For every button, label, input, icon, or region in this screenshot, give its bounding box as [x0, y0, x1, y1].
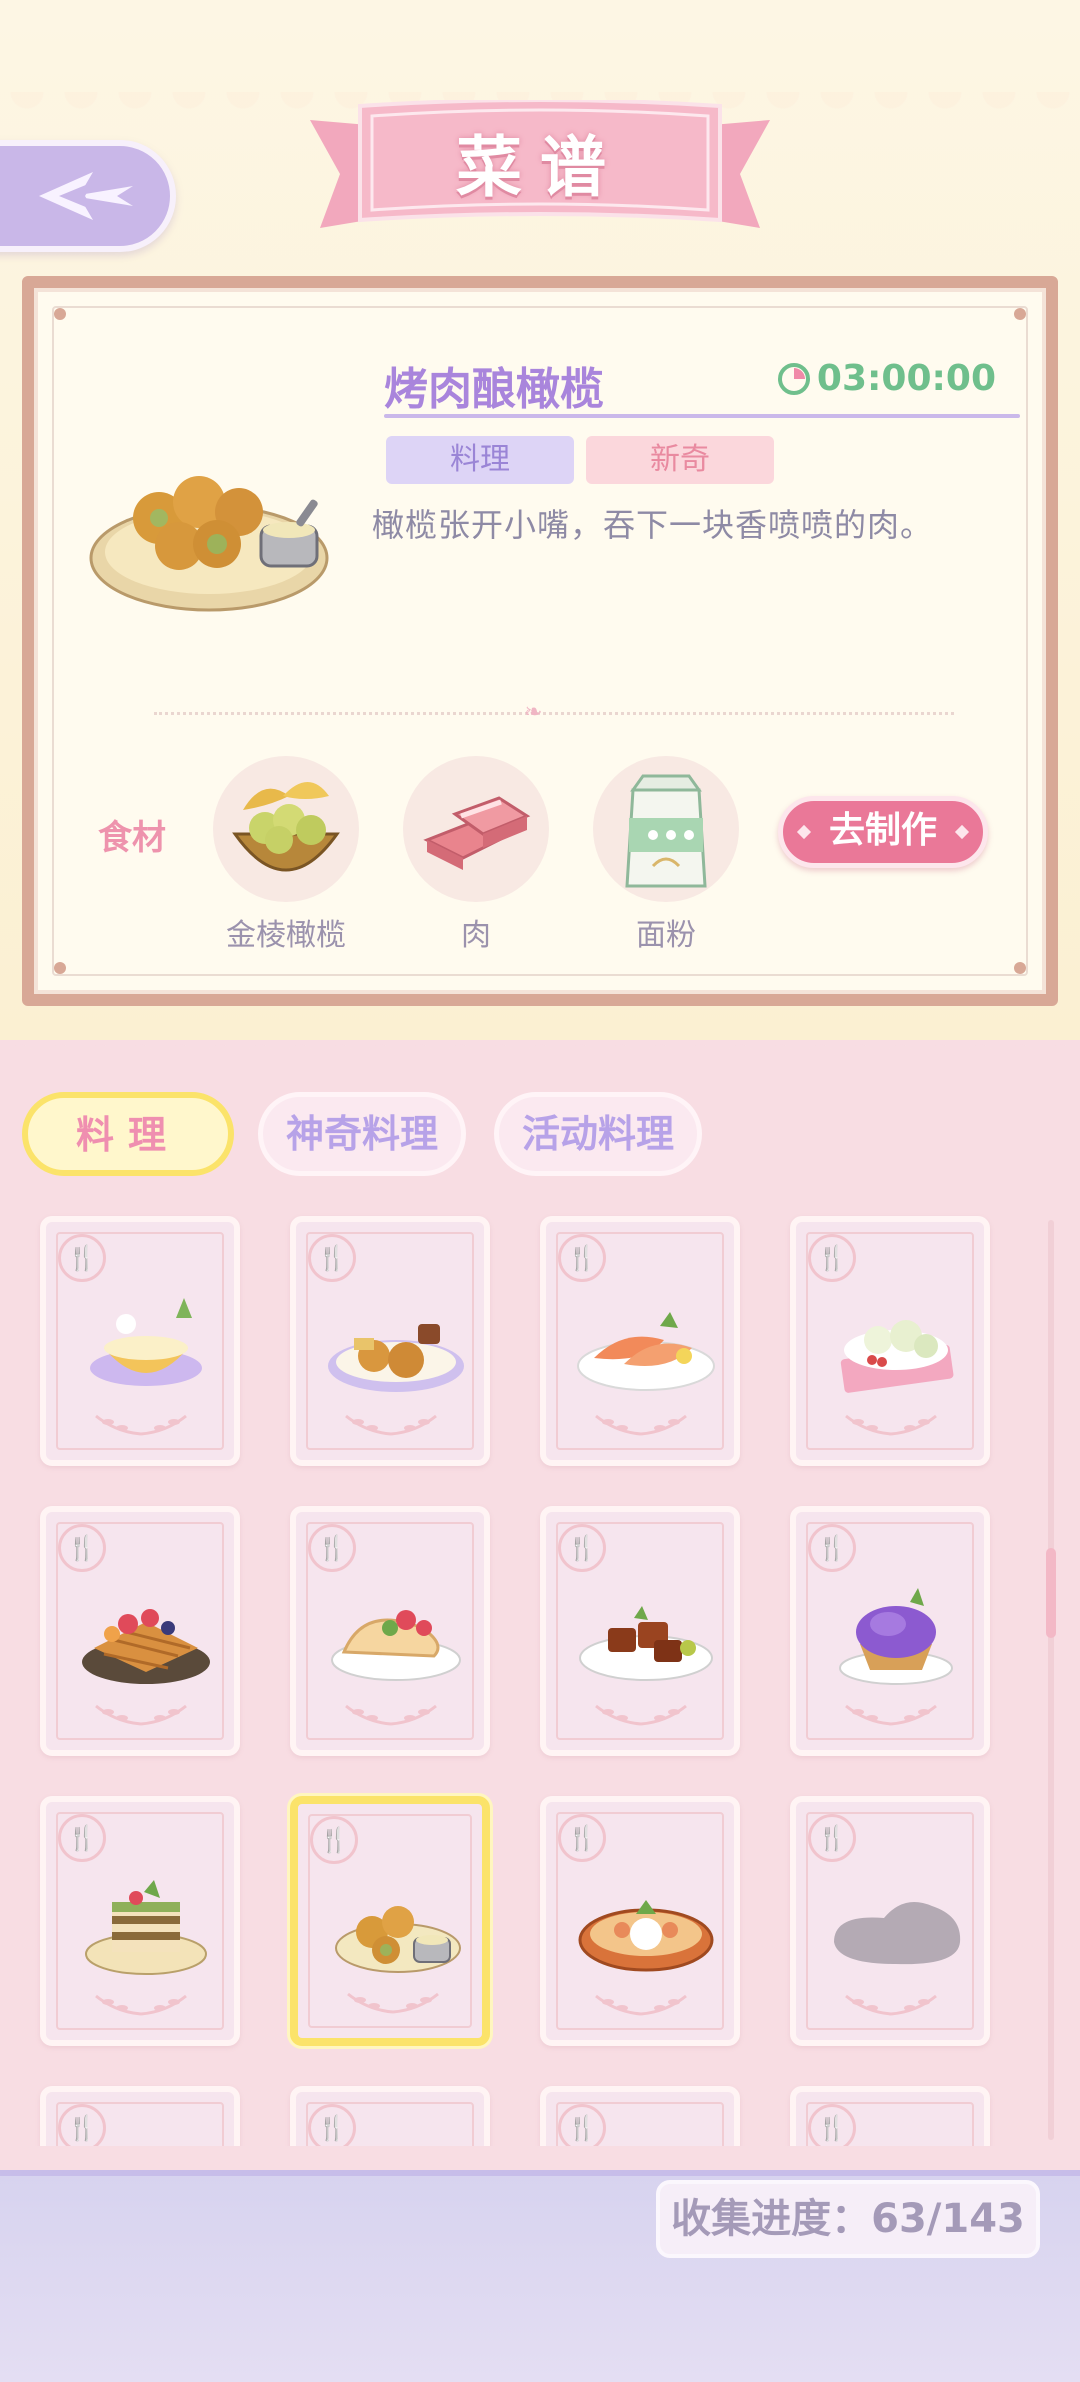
corner-dot: [1014, 308, 1026, 320]
recipe-card[interactable]: 🍴: [40, 2086, 240, 2146]
recipe-card[interactable]: 🍴: [290, 2086, 490, 2146]
laurel-icon: [595, 1704, 687, 1726]
meat-icon: [403, 756, 549, 902]
lace-border-lower: [0, 1030, 1080, 1060]
recipe-card-locked[interactable]: 🍴: [790, 1796, 990, 2046]
fork-spoon-icon: 🍴: [58, 1814, 106, 1862]
dotted-divider: [154, 712, 954, 715]
golden-olive-icon: [213, 756, 359, 902]
corner-dot: [54, 962, 66, 974]
fork-spoon-icon: 🍴: [308, 1234, 356, 1282]
corner-dot: [1014, 962, 1026, 974]
fork-spoon-icon: 🍴: [58, 1524, 106, 1572]
purple-tart-icon: [839, 1588, 953, 1685]
recipe-card[interactable]: 🍴: [540, 2086, 740, 2146]
recipe-card[interactable]: 🍴: [790, 1216, 990, 1466]
clock-icon: [777, 362, 810, 395]
pineapple-soup-icon: [90, 1298, 202, 1386]
corner-dot: [54, 308, 66, 320]
fried-platter-icon: [328, 1324, 464, 1392]
dish-description: 橄榄张开小嘴，吞下一块香喷喷的肉。: [372, 506, 934, 544]
fork-spoon-icon: 🍴: [558, 1234, 606, 1282]
progress-value: 63/143: [871, 2196, 1025, 2242]
ingredient-name: 金棱橄榄: [226, 918, 346, 953]
recipe-card[interactable]: 🍴: [790, 1506, 990, 1756]
tab-event-cooking[interactable]: 活动料理: [494, 1092, 702, 1176]
tab-magic-cooking[interactable]: 神奇料理: [258, 1092, 466, 1176]
progress-label: 收集进度：: [671, 2196, 872, 2242]
fork-spoon-icon: 🍴: [58, 2104, 106, 2146]
fork-spoon-icon: 🍴: [308, 2104, 356, 2146]
laurel-icon: [95, 1414, 187, 1436]
fork-spoon-icon: 🍴: [308, 1524, 356, 1572]
braised-pork-icon: [579, 1606, 713, 1681]
make-button[interactable]: 去制作: [778, 796, 988, 868]
fork-spoon-icon: 🍴: [808, 1524, 856, 1572]
fork-spoon-icon: 🍴: [808, 2104, 856, 2146]
ingredient-golden-olive[interactable]: 金棱橄榄: [206, 756, 366, 954]
salmon-sashimi-icon: [577, 1312, 715, 1391]
laurel-icon: [95, 1994, 187, 2016]
laurel-icon: [595, 1994, 687, 2016]
collection-progress: 收集进度：63/143: [656, 2180, 1040, 2258]
ingredient-flour[interactable]: 面粉: [586, 756, 746, 954]
recipe-detail-card: 烤肉酿橄榄 03:00:00 料理 新奇 橄榄张开小嘴，吞下一块香喷喷的肉。 ❧…: [22, 276, 1058, 1006]
laurel-icon: [845, 1994, 937, 2016]
noodle-soup-icon: [578, 1900, 714, 1972]
scrollbar-track[interactable]: [1048, 1220, 1054, 2140]
dish-image: [89, 476, 329, 612]
title-banner: 菜谱: [310, 100, 770, 250]
name-underline: [384, 414, 1020, 418]
flour-icon: [593, 756, 739, 902]
dish-name: 烤肉酿橄榄: [384, 364, 604, 415]
recipe-card[interactable]: 🍴: [540, 1216, 740, 1466]
unknown-icon: [834, 1902, 961, 1965]
back-button[interactable]: [0, 140, 176, 252]
fruit-taco-icon: [331, 1610, 461, 1681]
ingredient-name: 面粉: [636, 918, 696, 953]
recipe-card[interactable]: 🍴: [540, 1796, 740, 2046]
fork-spoon-icon: 🍴: [558, 2104, 606, 2146]
laurel-icon: [347, 1992, 439, 2014]
fork-spoon-icon: 🍴: [808, 1234, 856, 1282]
laurel-icon: [845, 1704, 937, 1726]
ingredient-name: 肉: [461, 918, 491, 953]
recipe-card[interactable]: 🍴: [790, 2086, 990, 2146]
fork-spoon-icon: 🍴: [58, 1234, 106, 1282]
tag-novel: 新奇: [586, 436, 774, 484]
tab-cooking[interactable]: 料理: [22, 1092, 234, 1176]
ingredients-label: 食材: [98, 818, 166, 858]
back-arrow-icon: [39, 172, 133, 220]
laurel-icon: [345, 1704, 437, 1726]
recipe-card[interactable]: 🍴: [40, 1216, 240, 1466]
fork-spoon-icon: 🍴: [558, 1814, 606, 1862]
matcha-cake-icon: [85, 1880, 207, 1975]
fork-spoon-icon: 🍴: [310, 1816, 358, 1864]
recipe-grid: 🍴 🍴 🍴 🍴 🍴 🍴 🍴 🍴 🍴 🍴 🍴 🍴 🍴 🍴 🍴 🍴: [0, 1200, 1080, 2146]
laurel-icon: [845, 1414, 937, 1436]
recipe-card[interactable]: 🍴: [40, 1506, 240, 1756]
page-title: 菜谱: [456, 129, 624, 206]
laurel-icon: [595, 1414, 687, 1436]
cauliflower-salad-icon: [840, 1320, 954, 1393]
fruit-waffle-icon: [82, 1609, 210, 1684]
recipe-card[interactable]: 🍴: [40, 1796, 240, 2046]
bow-icon: ❧: [524, 700, 543, 725]
recipe-card[interactable]: 🍴: [290, 1216, 490, 1466]
recipe-card[interactable]: 🍴: [290, 1796, 490, 2046]
timer-value: 03:00:00: [816, 358, 996, 399]
meat-stuffed-olives-icon: [335, 1906, 461, 1973]
laurel-icon: [95, 1704, 187, 1726]
laurel-icon: [345, 1414, 437, 1436]
scrollbar-thumb[interactable]: [1046, 1548, 1056, 1638]
recipe-card[interactable]: 🍴: [290, 1506, 490, 1756]
ingredient-meat[interactable]: 肉: [396, 756, 556, 954]
fork-spoon-icon: 🍴: [558, 1524, 606, 1572]
cook-timer: 03:00:00: [777, 358, 996, 399]
tag-type: 料理: [386, 436, 574, 484]
recipe-card[interactable]: 🍴: [540, 1506, 740, 1756]
fork-spoon-icon: 🍴: [808, 1814, 856, 1862]
